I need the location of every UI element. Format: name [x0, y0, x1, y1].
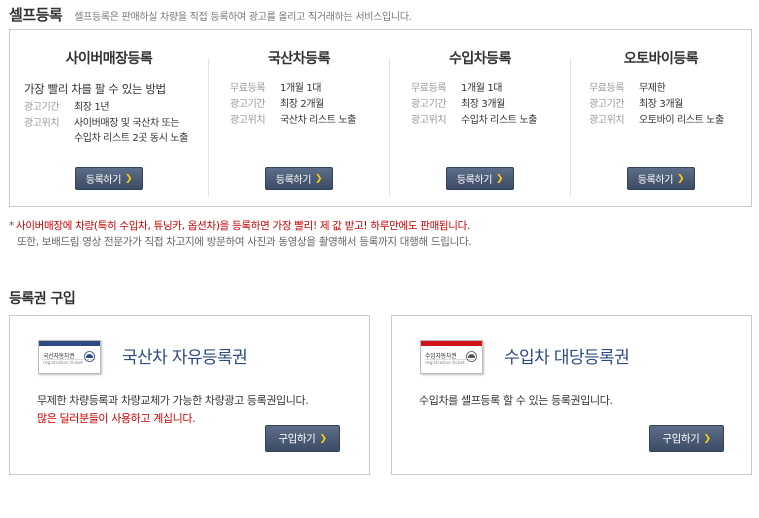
info-key: 광고기간 — [411, 99, 447, 110]
chevron-right-icon: ❯ — [496, 173, 504, 184]
domestic-ticket-panel: 국산자동차권 registration ticket 국산차 자유등록권 무제한… — [9, 315, 370, 475]
column-lead: 가장 빨리 차를 팔 수 있는 방법 — [24, 82, 166, 96]
info-row: 광고기간 최장 3개월 — [589, 97, 683, 112]
info-row: 광고위치 사이버매장 및 국산차 또는 수입차 리스트 2곳 동시 노출 — [24, 116, 188, 146]
product-name: 수입차 대당등록권 — [504, 348, 630, 368]
info-value: 무제한 — [639, 83, 666, 94]
info-row: 광고기간 최장 1년 — [24, 100, 110, 115]
info-value: 최장 1년 — [74, 102, 110, 113]
info-row: 광고위치 국산차 리스트 노출 — [230, 113, 356, 128]
car-icon — [466, 351, 477, 362]
self-registration-panel: 사이버매장등록 가장 빨리 차를 팔 수 있는 방법 광고기간 최장 1년 광고… — [9, 29, 752, 207]
button-label: 구입하기 — [662, 433, 700, 445]
chevron-right-icon: ❯ — [677, 173, 685, 184]
info-key: 무료등록 — [589, 83, 625, 94]
column-title: 오토바이등록 — [623, 51, 699, 67]
register-button[interactable]: 등록하기 ❯ — [75, 167, 143, 190]
asterisk-icon: * — [9, 220, 14, 232]
info-key: 광고기간 — [24, 102, 60, 113]
info-row: 광고기간 최장 3개월 — [411, 97, 505, 112]
register-button[interactable]: 등록하기 ❯ — [446, 167, 514, 190]
info-value: 수입차 리스트 노출 — [461, 115, 537, 126]
ticket-image: 국산자동차권 registration ticket — [38, 340, 101, 374]
info-key: 무료등록 — [230, 83, 266, 94]
buy-button[interactable]: 구입하기 ❯ — [649, 425, 724, 452]
info-value: 1개월 1대 — [461, 83, 503, 94]
info-key: 광고기간 — [230, 99, 266, 110]
info-value: 최장 3개월 — [461, 99, 505, 110]
info-value: 최장 3개월 — [639, 99, 683, 110]
purchase-section-title: 등록권 구입 — [9, 291, 76, 307]
info-key: 무료등록 — [411, 83, 447, 94]
imported-ticket-panel: 수입자동차권 registration ticket 수입차 대당등록권 수입차… — [391, 315, 752, 475]
ticket-band — [421, 341, 482, 346]
info-row: 무료등록 무제한 — [589, 81, 666, 96]
car-icon — [84, 351, 95, 362]
chevron-right-icon: ❯ — [319, 433, 327, 444]
info-value: 오토바이 리스트 노출 — [639, 115, 724, 126]
info-key: 광고기간 — [589, 99, 625, 110]
notice-line-2: 또한, 보배드림 영상 전문가가 직접 차고지에 방문하여 사진과 동영상을 촬… — [17, 236, 472, 248]
chevron-right-icon: ❯ — [125, 173, 133, 184]
info-row: 무료등록 1개월 1대 — [411, 81, 503, 96]
register-button[interactable]: 등록하기 ❯ — [265, 167, 333, 190]
info-value: 1개월 1대 — [280, 83, 322, 94]
column-title: 수입차등록 — [449, 51, 511, 67]
product-note: 많은 딜러분들이 사용하고 계십니다. — [37, 412, 196, 425]
section-description: 셀프등록은 판매하실 차량을 직접 등록하여 광고를 올리고 직거래하는 서비스… — [74, 12, 412, 23]
domestic-car-column: 국산차등록 무료등록 1개월 1대 광고기간 최장 2개월 광고위치 국산차 리… — [209, 30, 389, 206]
product-description: 수입차를 셀프등록 할 수 있는 등록권입니다. — [419, 394, 613, 407]
column-title: 사이버매장등록 — [65, 51, 153, 67]
info-key: 광고위치 — [24, 118, 60, 129]
product-name: 국산차 자유등록권 — [122, 348, 248, 368]
button-label: 등록하기 — [637, 175, 674, 186]
info-value: 최장 2개월 — [280, 99, 324, 110]
chevron-right-icon: ❯ — [315, 173, 323, 184]
button-label: 등록하기 — [456, 175, 493, 186]
product-description: 무제한 차량등록과 차량교체가 가능한 차량광고 등록권입니다. — [37, 394, 309, 407]
info-key: 광고위치 — [589, 115, 625, 126]
ticket-subtitle: registration ticket — [43, 361, 83, 366]
notice-text: 사이버매장에 차량(특히 수입차, 튜닝카, 옵션차)을 등록하면 가장 빨리!… — [15, 220, 471, 232]
button-label: 구입하기 — [278, 433, 316, 445]
info-key: 광고위치 — [230, 115, 266, 126]
info-key: 광고위치 — [411, 115, 447, 126]
info-row: 무료등록 1개월 1대 — [230, 81, 322, 96]
button-label: 등록하기 — [275, 175, 312, 186]
ticket-image: 수입자동차권 registration ticket — [420, 340, 483, 374]
section-title: 셀프등록 — [9, 6, 63, 24]
info-row: 광고기간 최장 2개월 — [230, 97, 324, 112]
info-value: 사이버매장 및 국산차 또는 수입차 리스트 2곳 동시 노출 — [74, 118, 188, 144]
column-title: 국산차등록 — [268, 51, 330, 67]
info-row: 광고위치 오토바이 리스트 노출 — [589, 113, 724, 128]
cyber-store-column: 사이버매장등록 가장 빨리 차를 팔 수 있는 방법 광고기간 최장 1년 광고… — [10, 30, 208, 206]
self-registration-header: 셀프등록 셀프등록은 판매하실 차량을 직접 등록하여 광고를 올리고 직거래하… — [9, 4, 412, 24]
buy-button[interactable]: 구입하기 ❯ — [265, 425, 340, 452]
register-button[interactable]: 등록하기 ❯ — [627, 167, 695, 190]
chevron-right-icon: ❯ — [703, 433, 711, 444]
notice-line-1: * 사이버매장에 차량(특히 수입차, 튜닝카, 옵션차)을 등록하면 가장 빨리… — [9, 218, 470, 233]
ticket-subtitle: registration ticket — [425, 361, 465, 366]
button-label: 등록하기 — [85, 175, 122, 186]
info-row: 광고위치 수입차 리스트 노출 — [411, 113, 537, 128]
ticket-band — [39, 341, 100, 346]
motorcycle-column: 오토바이등록 무료등록 무제한 광고기간 최장 3개월 광고위치 오토바이 리스… — [571, 30, 751, 206]
info-value: 국산차 리스트 노출 — [280, 115, 356, 126]
imported-car-column: 수입차등록 무료등록 1개월 1대 광고기간 최장 3개월 광고위치 수입차 리… — [390, 30, 570, 206]
